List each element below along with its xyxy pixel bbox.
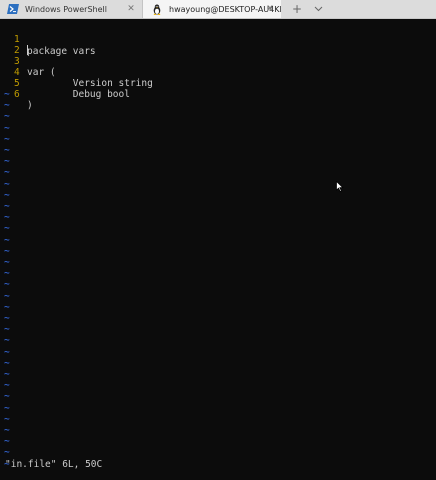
vim-editor[interactable]: 1 package vars 2 3 var ( 4 Version strin… [0,19,436,470]
empty-line-tilde: ~ [4,111,10,123]
empty-line-tilde: ~ [4,201,10,212]
new-tab-button[interactable]: + [290,1,304,17]
empty-line-tilde: ~ [4,279,10,291]
chevron-down-icon[interactable] [311,1,325,17]
empty-line-tilde: ~ [4,234,10,246]
empty-line-tilde: ~ [4,301,10,313]
empty-line-tilde: ~ [4,324,10,336]
tab-windows-powershell[interactable]: Windows PowerShell ✕ [0,0,143,18]
empty-line-tilde: ~ [4,245,10,257]
editor-line: 3 var ( [0,45,56,78]
empty-line-tilde: ~ [4,268,10,280]
linux-penguin-icon [151,4,163,15]
empty-line-tilde: ~ [4,189,10,201]
tab-close-icon[interactable]: ✕ [126,3,136,15]
empty-line-tilde: ~ [4,178,10,190]
editor-line: 1 package vars [0,23,96,57]
line-content: Version string [27,78,153,89]
empty-line-tilde: ~ [4,257,10,268]
line-content: Debug bool [27,89,130,100]
empty-line-tilde: ~ [4,145,10,156]
empty-line-tilde: ~ [4,402,10,414]
empty-line-tilde: ~ [4,133,10,145]
tab-ubuntu-shell[interactable]: hwayoung@DESKTOP-AU4KEC ✕ [143,0,281,18]
empty-line-tilde: ~ [4,122,10,134]
empty-line-tilde: ~ [4,89,10,100]
empty-line-tilde: ~ [4,436,10,448]
editor-line: 6 ) [0,78,34,111]
empty-line-tilde: ~ [4,346,10,358]
powershell-icon [7,4,19,14]
line-content: ) [27,100,33,111]
empty-line-tilde: ~ [4,290,10,302]
empty-line-tilde: ~ [4,223,10,235]
terminal-window: Windows PowerShell ✕ hwayoung@DESKTOP-AU… [0,0,436,480]
tab-label: Windows PowerShell [25,4,107,14]
line-content: package vars [27,46,96,57]
editor-line: 5 Debug bool [0,67,130,100]
editor-line: 4 Version string [0,56,153,89]
empty-line-tilde: ~ [4,380,10,392]
empty-line-tilde: ~ [4,167,10,179]
line-text: package vars [27,45,96,57]
empty-line-tilde: ~ [4,413,10,425]
vim-status-line: "in.file" 6L, 50C [5,459,103,470]
empty-line-tilde: ~ [4,100,10,112]
empty-line-tilde: ~ [4,156,10,168]
empty-line-tilde: ~ [4,391,10,403]
tab-bar: Windows PowerShell ✕ hwayoung@DESKTOP-AU… [0,0,436,19]
mouse-pointer-icon [336,181,344,192]
line-number: 6 [14,89,20,100]
empty-line-tilde: ~ [4,212,10,224]
empty-line-tilde: ~ [4,447,10,459]
tab-close-icon[interactable]: ✕ [265,3,275,15]
empty-line-tilde: ~ [4,369,10,380]
empty-line-tilde: ~ [4,313,10,324]
empty-line-tilde: ~ [4,425,10,436]
empty-line-tilde: ~ [4,357,10,369]
empty-line-tilde: ~ [4,335,10,347]
editor-line: 2 [0,34,34,56]
